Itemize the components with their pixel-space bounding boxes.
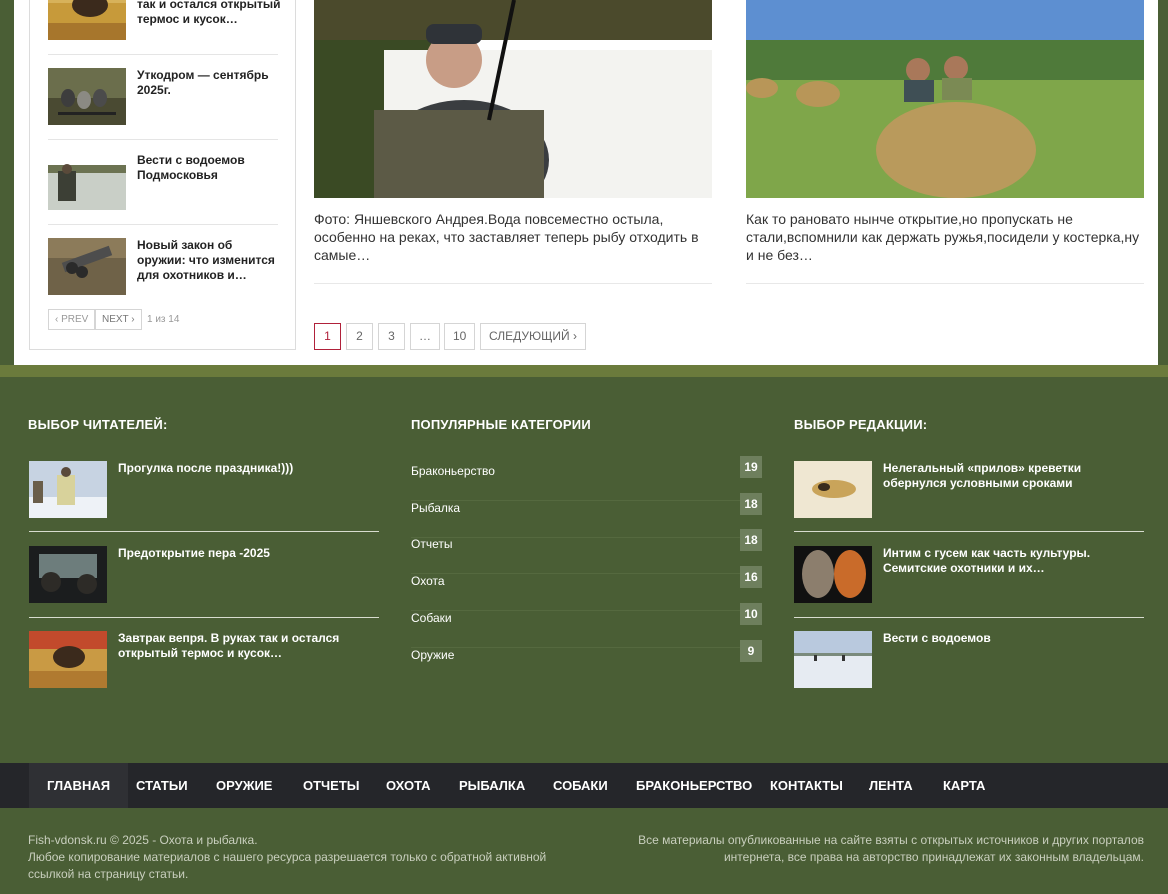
nav-item-dogs[interactable]: СОБАКИ bbox=[535, 763, 626, 808]
readers-post[interactable]: Прогулка после праздника!))) bbox=[29, 461, 379, 518]
post-thumbnail[interactable] bbox=[29, 546, 107, 603]
nav-item-home[interactable]: ГЛАВНАЯ bbox=[29, 763, 129, 808]
sidebar-post[interactable]: Вести с водоемов Подмосковья bbox=[48, 153, 278, 213]
post-title[interactable]: Предоткрытие пера -2025 bbox=[118, 546, 378, 561]
post-thumbnail[interactable] bbox=[48, 238, 126, 295]
nav-item-map[interactable]: КАРТА bbox=[925, 763, 1003, 808]
post-thumbnail[interactable] bbox=[48, 0, 126, 40]
readers-post[interactable]: Завтрак вепря. В руках так и остался отк… bbox=[29, 631, 379, 688]
divider-band bbox=[0, 365, 1168, 377]
post-title[interactable]: Интим с гусем как часть культуры. Семитс… bbox=[883, 546, 1143, 576]
page-link-10[interactable]: 10 bbox=[444, 323, 476, 350]
category-item[interactable]: Отчеты 18 bbox=[411, 529, 762, 574]
post-title[interactable]: Вести с водоемов Подмосковья bbox=[137, 153, 282, 183]
next-button[interactable]: NEXT › bbox=[95, 309, 142, 330]
chevron-right-icon: › bbox=[128, 314, 135, 325]
article-excerpt[interactable]: Фото: Яншевского Андрея.Вода повсеместно… bbox=[314, 210, 714, 264]
article-image[interactable] bbox=[746, 0, 1144, 198]
copyright-line-1: Fish-vdonsk.ru © 2025 - Охота и рыбалка. bbox=[28, 833, 258, 847]
copyright-left: Fish-vdonsk.ru © 2025 - Охота и рыбалка.… bbox=[28, 832, 588, 883]
category-item[interactable]: Собаки 10 bbox=[411, 603, 762, 648]
nav-item-poaching[interactable]: БРАКОНЬЕРСТВО bbox=[618, 763, 770, 808]
category-count: 18 bbox=[740, 493, 762, 515]
category-count: 16 bbox=[740, 566, 762, 588]
separator bbox=[48, 224, 278, 225]
category-label[interactable]: Отчеты bbox=[411, 537, 452, 551]
post-title[interactable]: Завтрак вепря. В руках так и остался отк… bbox=[118, 631, 358, 661]
category-count: 18 bbox=[740, 529, 762, 551]
editors-post[interactable]: Интим с гусем как часть культуры. Семитс… bbox=[794, 546, 1144, 603]
editors-heading: ВЫБОР РЕДАКЦИИ: bbox=[794, 417, 928, 432]
page-ellipsis: … bbox=[410, 323, 440, 350]
nav-item-hunting[interactable]: ОХОТА bbox=[368, 763, 449, 808]
next-label: NEXT bbox=[102, 314, 129, 325]
separator bbox=[48, 54, 278, 55]
nav-item-weapons[interactable]: ОРУЖИЕ bbox=[198, 763, 290, 808]
post-title[interactable]: Вести с водоемов bbox=[883, 631, 1143, 646]
sidebar-widget: так и остался открытый термос и кусок… У… bbox=[29, 0, 296, 350]
nav-item-reports[interactable]: ОТЧЕТЫ bbox=[285, 763, 378, 808]
separator bbox=[29, 617, 379, 618]
category-item[interactable]: Оружие 9 bbox=[411, 640, 762, 685]
post-thumbnail[interactable] bbox=[794, 546, 872, 603]
category-label[interactable]: Рыбалка bbox=[411, 501, 460, 515]
category-label[interactable]: Собаки bbox=[411, 611, 452, 625]
separator bbox=[746, 283, 1144, 284]
categories-heading: ПОПУЛЯРНЫЕ КАТЕГОРИИ bbox=[411, 417, 591, 432]
readers-post[interactable]: Предоткрытие пера -2025 bbox=[29, 546, 379, 603]
nav-item-articles[interactable]: СТАТЬИ bbox=[118, 763, 206, 808]
separator bbox=[794, 531, 1144, 532]
nav-item-feed[interactable]: ЛЕНТА bbox=[851, 763, 931, 808]
nav-item-fishing[interactable]: РЫБАЛКА bbox=[441, 763, 543, 808]
chevron-right-icon: › bbox=[569, 329, 577, 343]
prev-label: PREV bbox=[61, 314, 89, 325]
post-title[interactable]: так и остался открытый термос и кусок… bbox=[137, 0, 282, 27]
post-thumbnail[interactable] bbox=[29, 631, 107, 688]
category-count: 9 bbox=[740, 640, 762, 662]
sidebar-post[interactable]: Уткодром — сентябрь 2025г. bbox=[48, 68, 278, 128]
copyright-right: Все материалы опубликованные на сайте вз… bbox=[638, 833, 1144, 864]
post-title[interactable]: Уткодром — сентябрь 2025г. bbox=[137, 68, 282, 98]
editors-post[interactable]: Вести с водоемов bbox=[794, 631, 1144, 688]
separator bbox=[314, 283, 712, 284]
post-title[interactable]: Новый закон об оружии: что изменится для… bbox=[137, 238, 282, 283]
separator bbox=[794, 617, 1144, 618]
next-page-label: СЛЕДУЮЩИЙ bbox=[489, 329, 570, 343]
category-label[interactable]: Охота bbox=[411, 574, 445, 588]
prev-button[interactable]: ‹ PREV bbox=[48, 309, 96, 330]
page-link-3[interactable]: 3 bbox=[378, 323, 405, 350]
readers-heading: ВЫБОР ЧИТАТЕЛЕЙ: bbox=[28, 417, 168, 432]
post-thumbnail[interactable] bbox=[29, 461, 107, 518]
post-thumbnail[interactable] bbox=[794, 631, 872, 688]
category-count: 19 bbox=[740, 456, 762, 478]
category-item[interactable]: Рыбалка 18 bbox=[411, 493, 762, 538]
next-page-button[interactable]: СЛЕДУЮЩИЙ › bbox=[480, 323, 586, 350]
separator bbox=[29, 531, 379, 532]
page-link-1[interactable]: 1 bbox=[314, 323, 341, 350]
post-thumbnail[interactable] bbox=[794, 461, 872, 518]
page-link-2[interactable]: 2 bbox=[346, 323, 373, 350]
nav-item-contacts[interactable]: КОНТАКТЫ bbox=[752, 763, 861, 808]
post-title[interactable]: Нелегальный «прилов» креветки обернулся … bbox=[883, 461, 1143, 491]
category-item[interactable]: Охота 16 bbox=[411, 566, 762, 611]
footer-nav: ГЛАВНАЯ СТАТЬИ ОРУЖИЕ ОТЧЕТЫ ОХОТА РЫБАЛ… bbox=[0, 763, 1168, 808]
editors-post[interactable]: Нелегальный «прилов» креветки обернулся … bbox=[794, 461, 1144, 518]
category-count: 10 bbox=[740, 603, 762, 625]
sidebar-post[interactable]: Новый закон об оружии: что изменится для… bbox=[48, 238, 278, 298]
category-label[interactable]: Оружие bbox=[411, 648, 454, 662]
sidebar-post[interactable]: так и остался открытый термос и кусок… bbox=[48, 0, 280, 60]
category-label[interactable]: Браконьерство bbox=[411, 464, 495, 478]
category-item[interactable]: Браконьерство 19 bbox=[411, 456, 762, 501]
post-title[interactable]: Прогулка после праздника!))) bbox=[118, 461, 378, 476]
post-thumbnail[interactable] bbox=[48, 68, 126, 125]
article-image[interactable] bbox=[314, 0, 712, 198]
separator bbox=[48, 139, 278, 140]
article-excerpt[interactable]: Как то рановато нынче открытие,но пропус… bbox=[746, 210, 1146, 264]
post-thumbnail[interactable] bbox=[48, 153, 126, 210]
page-info: 1 из 14 bbox=[147, 314, 180, 325]
copyright-line-2: Любое копирование материалов с нашего ре… bbox=[28, 850, 547, 881]
